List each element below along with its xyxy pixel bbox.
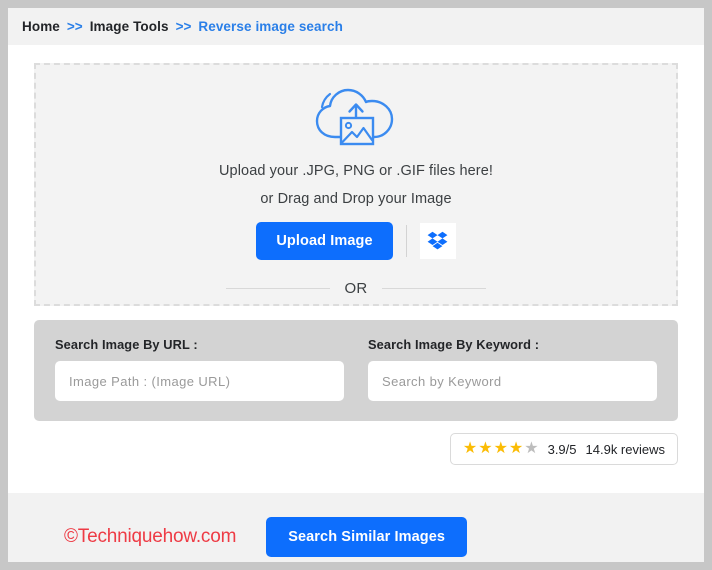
breadcrumb-separator: >> (66, 19, 83, 34)
or-label: OR (344, 280, 368, 297)
button-divider (405, 225, 407, 257)
rating-review-count: 14.9k reviews (585, 441, 665, 457)
dropbox-upload-button[interactable] (419, 223, 456, 259)
breadcrumb: Home >> Image Tools >> Reverse image sea… (8, 8, 704, 45)
breadcrumb-item-reverse-image-search[interactable]: Reverse image search (198, 19, 343, 34)
divider-line-right (381, 288, 487, 289)
divider-line-left (226, 288, 331, 289)
star-filled-icon: ★ (508, 440, 524, 457)
rating-row: ★ ★ ★ ★ ★ 3.9/5 14.9k reviews (34, 433, 678, 465)
search-url-input[interactable] (55, 361, 344, 401)
star-filled-icon: ★ (462, 440, 478, 457)
or-divider: OR (226, 280, 487, 297)
copyright-label: ©Techniquehow.com (64, 526, 237, 547)
upload-actions: Upload Image (256, 222, 456, 260)
dropbox-icon (427, 231, 448, 250)
breadcrumb-item-image-tools[interactable]: Image Tools (90, 19, 169, 34)
search-by-keyword-group: Search Image By Keyword : (368, 337, 657, 401)
breadcrumb-separator: >> (175, 19, 192, 34)
footer: ©Techniquehow.com Search Similar Images (8, 493, 704, 562)
star-filled-icon: ★ (478, 440, 493, 457)
main-content: Upload your .JPG, PNG or .GIF files here… (8, 63, 704, 493)
rating-badge: ★ ★ ★ ★ ★ 3.9/5 14.9k reviews (449, 433, 678, 465)
upload-dropzone[interactable]: Upload your .JPG, PNG or .GIF files here… (34, 63, 678, 306)
search-panel: Search Image By URL : Search Image By Ke… (34, 320, 678, 421)
star-empty-icon: ★ (524, 440, 539, 457)
dropzone-secondary-text: or Drag and Drop your Image (260, 191, 452, 207)
upload-image-button[interactable]: Upload Image (256, 222, 393, 260)
star-filled-icon: ★ (493, 440, 508, 457)
dropzone-primary-text: Upload your .JPG, PNG or .GIF files here… (218, 163, 494, 179)
search-keyword-label: Search Image By Keyword : (368, 337, 540, 352)
search-by-url-group: Search Image By URL : (55, 337, 344, 401)
cloud-upload-image-icon (315, 88, 394, 146)
star-rating: ★ ★ ★ ★ ★ (463, 441, 539, 457)
rating-score: 3.9/5 (547, 441, 577, 457)
breadcrumb-item-home[interactable]: Home (22, 19, 60, 34)
search-similar-images-button[interactable]: Search Similar Images (266, 517, 468, 557)
search-url-label: Search Image By URL : (55, 337, 198, 352)
reverse-image-search-page: Home >> Image Tools >> Reverse image sea… (8, 8, 704, 562)
search-keyword-input[interactable] (368, 361, 657, 401)
